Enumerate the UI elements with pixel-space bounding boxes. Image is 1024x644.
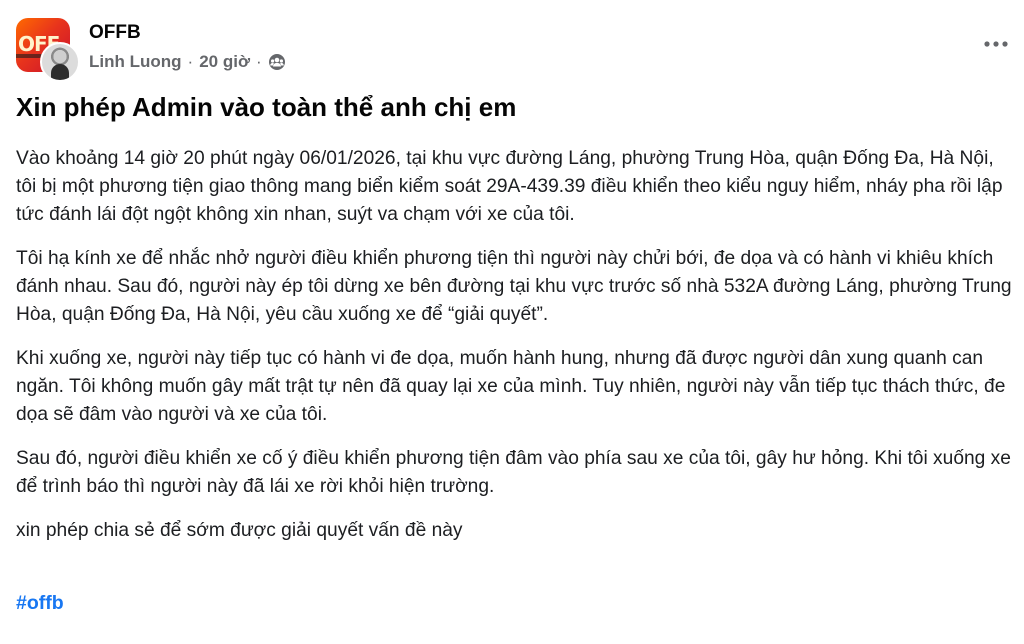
meta-separator: · (187, 52, 194, 71)
post-paragraph: Tôi hạ kính xe để nhắc nhở người điều kh… (16, 248, 1012, 325)
meta-separator-2: · (256, 52, 262, 71)
group-name[interactable]: OFFB (89, 22, 141, 44)
post-card: OFF OFFB Linh Luong · 20 giờ · Xin phép … (0, 0, 1024, 644)
post-time[interactable]: 20 giờ (199, 52, 250, 72)
more-options-button[interactable] (976, 32, 1016, 56)
author-name[interactable]: Linh Luong (89, 52, 182, 72)
post-meta: Linh Luong · 20 giờ · (89, 52, 286, 72)
post-paragraph: Khi xuống xe, người này tiếp tục có hành… (16, 348, 1006, 425)
more-options-icon (983, 35, 1009, 53)
post-paragraph: Sau đó, người điều khiển xe cố ý điều kh… (16, 448, 1011, 497)
post-paragraph: Vào khoảng 14 giờ 20 phút ngày 06/01/202… (16, 148, 1003, 225)
hashtag-link[interactable]: #offb (16, 592, 64, 615)
public-group-icon[interactable] (268, 53, 286, 71)
post-paragraph: xin phép chia sẻ để sớm được giải quyết … (16, 520, 463, 541)
user-avatar[interactable] (40, 42, 80, 82)
post-title: Xin phép Admin vào toàn thể anh chị em (16, 92, 517, 122)
post-body: Vào khoảng 14 giờ 20 phút ngày 06/01/202… (16, 145, 1016, 559)
post-header: OFF OFFB Linh Luong · 20 giờ · (16, 16, 1016, 82)
user-avatar-figure (51, 64, 69, 80)
